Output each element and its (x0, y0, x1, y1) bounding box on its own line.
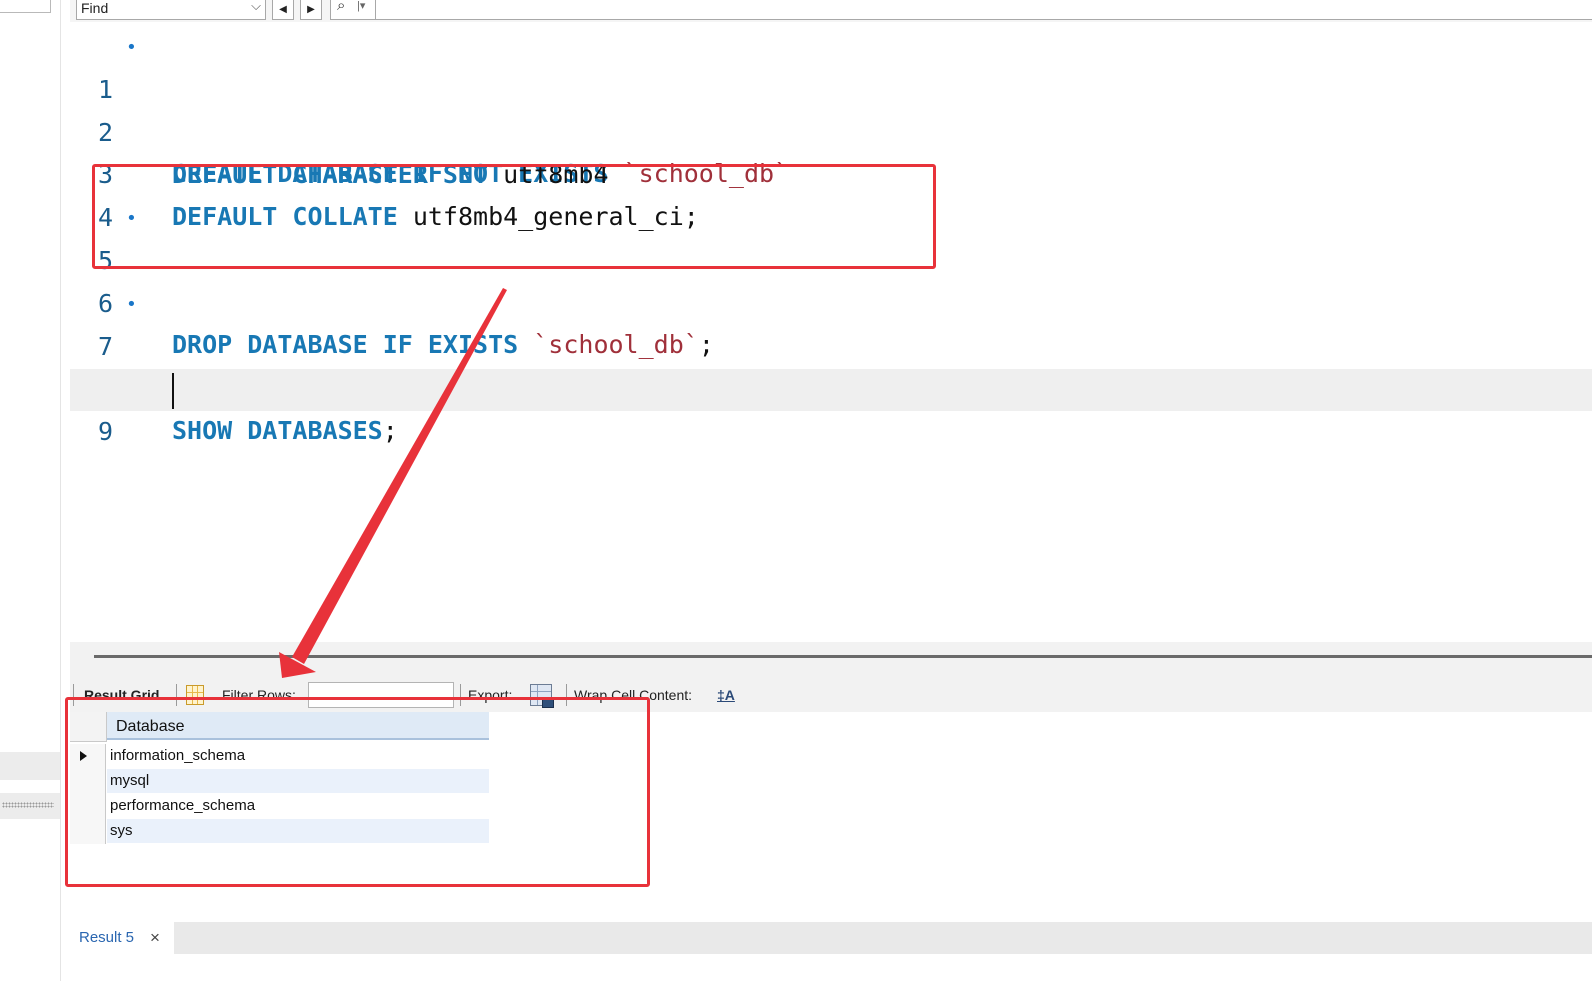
sql-editor[interactable]: 1 • CREATE DATABASE IF NOT EXISTS `schoo… (70, 22, 1592, 642)
line-number: 9 (98, 417, 114, 446)
tab-result-5[interactable]: Result 5 × (70, 922, 174, 954)
code-line: 8 (70, 327, 1592, 404)
sidebar-top-field[interactable] (0, 0, 51, 13)
find-label: Find (81, 0, 109, 16)
text-caret (172, 373, 174, 409)
dropdown-arrow-icon: |▾ (357, 0, 366, 12)
code-line: 7 • SHOW DATABASES; (70, 284, 1592, 445)
find-toolbar: Find ⌵ ◀ ▶ ⌕ |▾ (70, 0, 1592, 23)
triangle-left-icon: ◀ (279, 4, 287, 15)
annotation-highlight-box (92, 164, 936, 269)
close-icon[interactable]: × (150, 928, 160, 948)
panel-splitter-area (70, 642, 1592, 678)
sql-keyword: SHOW DATABASES (172, 416, 383, 445)
code-line: 3 DEFAULT COLLATE utf8mb4_general_ci; (70, 112, 1592, 231)
find-previous-button[interactable]: ◀ (272, 0, 294, 20)
wrap-text-icon[interactable]: ‡A (717, 687, 735, 703)
sql-punctuation: ; (382, 416, 398, 445)
find-next-button[interactable]: ▶ (300, 0, 322, 20)
statement-marker-icon: • (126, 37, 137, 58)
search-options-dropdown[interactable]: ⌕ |▾ (330, 0, 376, 20)
sidebar-resize-grip[interactable] (2, 802, 54, 808)
panel-splitter[interactable] (94, 655, 1592, 658)
code-line: 2 DEFAULT CHARACTER SET utf8mb4 (70, 70, 1592, 189)
left-sidebar-strip (0, 0, 61, 981)
find-input-area[interactable] (376, 0, 1592, 20)
code-line: 1 • CREATE DATABASE IF NOT EXISTS `schoo… (70, 27, 1592, 188)
triangle-right-icon: ▶ (307, 4, 315, 15)
sidebar-band (0, 752, 60, 780)
status-strip (70, 954, 1592, 981)
code-text: SHOW DATABASES; (172, 410, 398, 452)
tab-label: Result 5 (79, 929, 135, 946)
current-code-line[interactable]: 9 (70, 369, 1592, 446)
statement-marker-icon: • (126, 294, 137, 315)
chevron-down-icon[interactable]: ⌵ (251, 0, 261, 14)
result-tab-bar: Result 5 × (70, 922, 1592, 954)
magnifier-icon: ⌕ (337, 0, 346, 14)
find-dropdown[interactable]: Find ⌵ (76, 0, 266, 20)
annotation-highlight-box (65, 697, 650, 887)
